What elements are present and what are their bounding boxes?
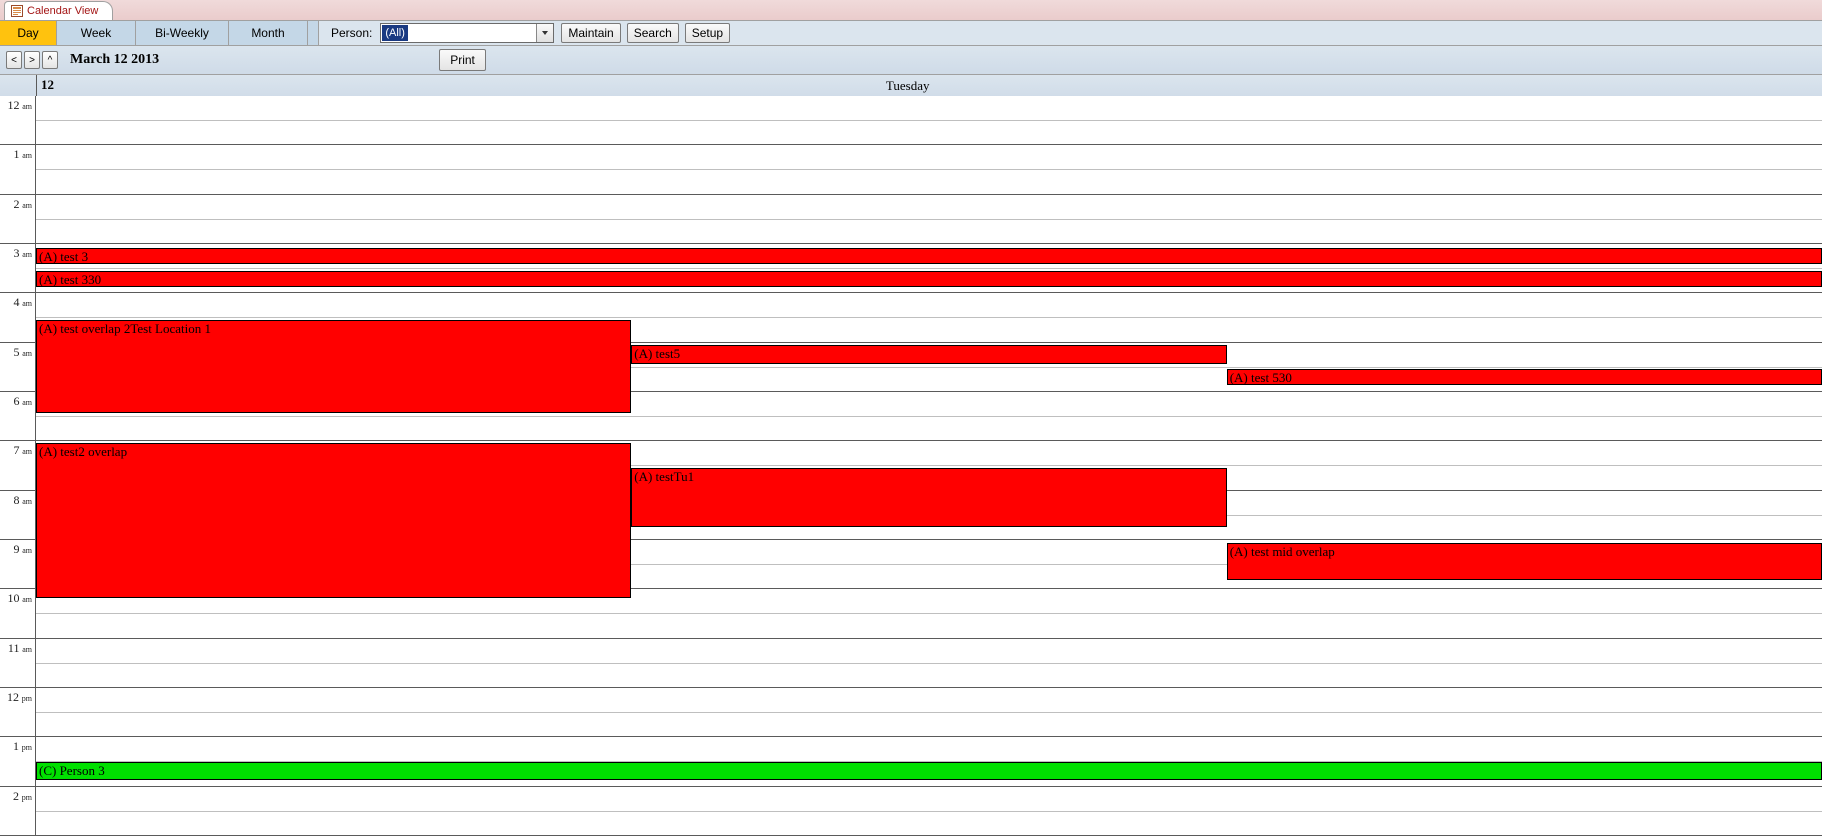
person-filter-combo[interactable]: (All) — [380, 23, 554, 43]
day-header-number: 12 — [41, 77, 54, 93]
hour-label: 11 am — [0, 639, 36, 687]
day-header-name: Tuesday — [886, 78, 930, 94]
hour-label: 1 am — [0, 145, 36, 193]
calendar-event-label: (A) test overlap 2Test Location 1 — [39, 321, 211, 336]
view-tab-week-label: Week — [81, 26, 111, 40]
calendar-grid[interactable]: 12 am1 am2 am3 am4 am5 am6 am7 am8 am9 a… — [0, 96, 1822, 836]
chevron-down-icon[interactable] — [536, 24, 553, 42]
person-filter-value: (All) — [382, 25, 408, 41]
calendar-event[interactable]: (A) test 330 — [36, 271, 1822, 287]
search-button[interactable]: Search — [627, 23, 679, 43]
form-icon — [11, 5, 23, 17]
calendar-event-label: (A) test 330 — [39, 272, 101, 287]
calendar-event-label: (A) testTu1 — [634, 469, 694, 484]
toolbar: Day Week Bi-Weekly Month Person: (All) M… — [0, 21, 1822, 46]
print-button-label: Print — [450, 53, 475, 67]
view-tab-day-label: Day — [17, 26, 38, 40]
calendar-event-label: (A) test2 overlap — [39, 444, 127, 459]
hour-label: 2 pm — [0, 787, 36, 835]
view-tab-week[interactable]: Week — [57, 21, 136, 45]
calendar-event-label: (A) test 530 — [1230, 370, 1292, 385]
date-title: March 12 2013 — [70, 52, 159, 68]
calendar-event[interactable]: (A) test 3 — [36, 248, 1822, 264]
calendar-event[interactable]: (A) test overlap 2Test Location 1 — [36, 320, 631, 413]
hour-label: 7 am — [0, 441, 36, 489]
hour-label: 8 am — [0, 491, 36, 539]
calendar-event[interactable]: (A) test5 — [631, 345, 1226, 364]
calendar-event[interactable]: (A) testTu1 — [631, 468, 1226, 527]
nav-row: < > ^ March 12 2013 Print — [0, 46, 1822, 75]
calendar-event-label: (A) test mid overlap — [1230, 544, 1335, 559]
prev-button[interactable]: < — [6, 51, 22, 69]
app-window: Calendar View Day Week Bi-Weekly Month P… — [0, 0, 1822, 836]
view-tab-biweekly-label: Bi-Weekly — [155, 26, 209, 40]
hour-label: 1 pm — [0, 737, 36, 785]
up-button[interactable]: ^ — [42, 51, 58, 69]
document-tab-bar: Calendar View — [0, 0, 1822, 21]
hour-label: 5 am — [0, 343, 36, 391]
calendar-event-label: (A) test5 — [634, 346, 680, 361]
hour-label: 12 am — [0, 96, 36, 144]
view-tab-month-label: Month — [251, 26, 284, 40]
setup-button[interactable]: Setup — [685, 23, 730, 43]
hour-label: 10 am — [0, 589, 36, 637]
calendar-event[interactable]: (C) Person 3 — [36, 762, 1822, 780]
hour-label: 2 am — [0, 195, 36, 243]
view-tab-day[interactable]: Day — [0, 21, 57, 45]
next-button[interactable]: > — [24, 51, 40, 69]
toolbar-spacer — [308, 21, 319, 45]
maintain-button-label: Maintain — [568, 26, 613, 40]
print-button[interactable]: Print — [439, 49, 486, 71]
up-icon: ^ — [48, 55, 53, 66]
calendar-event-label: (C) Person 3 — [39, 763, 105, 778]
hour-label: 6 am — [0, 392, 36, 440]
search-button-label: Search — [634, 26, 672, 40]
calendar-event[interactable]: (A) test mid overlap — [1227, 543, 1822, 580]
setup-button-label: Setup — [692, 26, 723, 40]
view-tab-biweekly[interactable]: Bi-Weekly — [136, 21, 229, 45]
document-tab-label: Calendar View — [27, 5, 98, 17]
person-filter-label: Person: — [319, 21, 380, 45]
next-icon: > — [29, 55, 35, 66]
calendar-event[interactable]: (A) test2 overlap — [36, 443, 631, 598]
prev-icon: < — [11, 55, 17, 66]
hour-label: 4 am — [0, 293, 36, 341]
maintain-button[interactable]: Maintain — [561, 23, 620, 43]
hour-label: 12 pm — [0, 688, 36, 736]
document-tab-calendar-view[interactable]: Calendar View — [4, 1, 113, 20]
view-tab-month[interactable]: Month — [229, 21, 308, 45]
hour-label: 3 am — [0, 244, 36, 292]
calendar-event-label: (A) test 3 — [39, 249, 88, 264]
toolbar-filler — [733, 21, 1822, 45]
events-layer: (A) test 3 (A) test 330 (A) test overlap 2… — [36, 96, 1822, 836]
hour-label: 9 am — [0, 540, 36, 588]
calendar-event[interactable]: (A) test 530 — [1227, 369, 1822, 385]
